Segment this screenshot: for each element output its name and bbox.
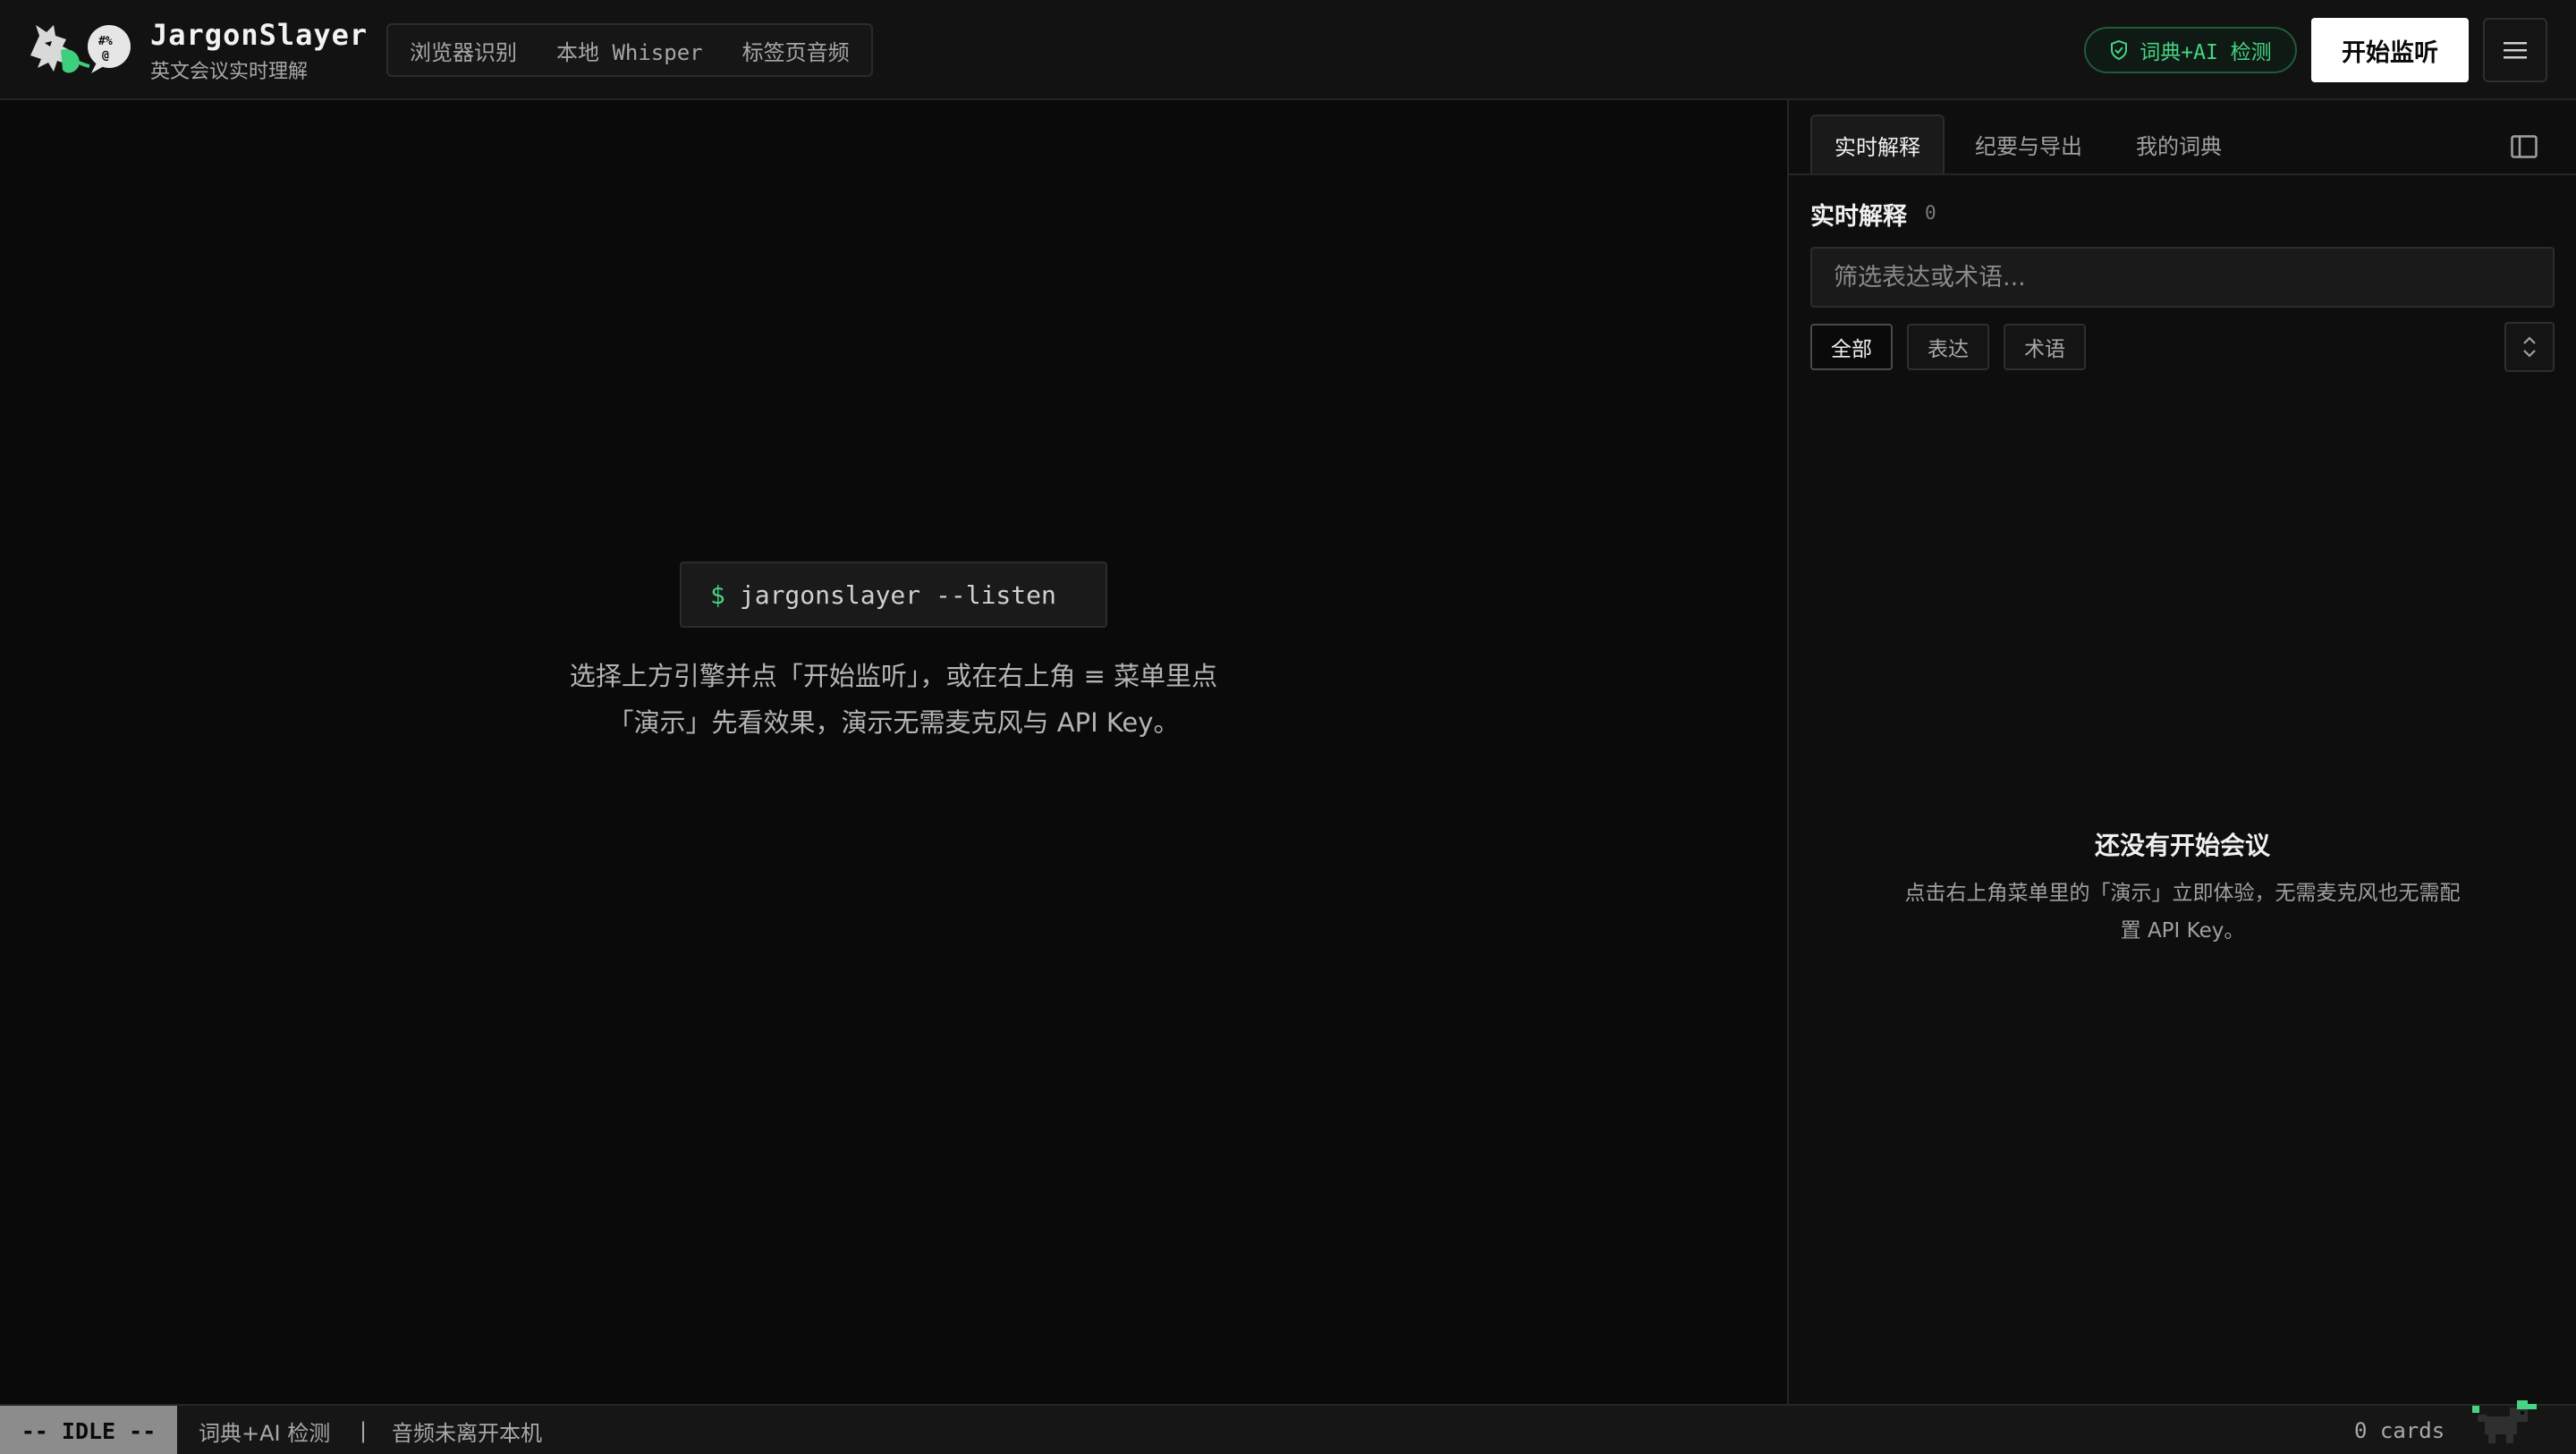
svg-text:@: @ <box>102 49 109 63</box>
section-count: 0 <box>1925 202 1936 224</box>
ai-detect-label: 词典+AI 检测 <box>2140 41 2272 64</box>
engine-selector: 浏览器识别 本地 Whisper 标签页音频 <box>386 23 873 77</box>
terminal-prompt: $ <box>710 579 725 610</box>
status-bar: -- IDLE -- 词典+AI 检测 | 音频未离开本机 0 cards <box>0 1404 2576 1454</box>
chip-all[interactable]: 全部 <box>1810 324 1893 370</box>
engine-tab-audio[interactable]: 标签页音频 <box>742 35 850 66</box>
status-audio-local: 音频未离开本机 <box>392 1420 542 1446</box>
sidebar-toggle-icon <box>2511 135 2538 158</box>
brand-subtitle: 英文会议实时理解 <box>150 61 309 83</box>
engine-browser[interactable]: 浏览器识别 <box>410 35 517 66</box>
panel-toggle-button[interactable] <box>2504 127 2544 166</box>
tab-live-explain[interactable]: 实时解释 <box>1810 114 1945 173</box>
app-header: #% @ JargonSlayer 英文会议实时理解 浏览器识别 本地 Whis… <box>0 0 2576 100</box>
section-title: 实时解释 <box>1810 203 1907 231</box>
status-separator: | <box>360 1418 368 1443</box>
empty-state-title: 还没有开始会议 <box>2094 831 2270 860</box>
empty-hint-line-1: 选择上方引擎并点「开始监听」，或在右上角 ≡ 菜单里点 <box>569 661 1218 691</box>
empty-hint-line-2: 「演示」先看效果，演示无需麦克风与 API Key。 <box>607 707 1180 738</box>
ai-detect-badge[interactable]: 词典+AI 检测 <box>2084 27 2297 73</box>
shield-check-icon <box>2111 39 2128 61</box>
sort-button[interactable] <box>2504 322 2555 372</box>
panel-tabs: 实时解释 纪要与导出 我的词典 <box>1789 100 2576 175</box>
menu-button[interactable] <box>2483 18 2547 82</box>
start-listening-button[interactable]: 开始监听 <box>2311 18 2469 82</box>
dragon-logo-icon: #% @ <box>30 25 131 73</box>
empty-state-description: 点击右上角菜单里的「演示」立即体验，无需麦克风也无需配置 API Key。 <box>1904 882 2461 943</box>
transcript-area <box>0 100 1787 1404</box>
tab-my-dictionary[interactable]: 我的词典 <box>2116 114 2241 173</box>
tab-minutes-export[interactable]: 纪要与导出 <box>1957 114 2100 173</box>
chip-term[interactable]: 术语 <box>2004 324 2086 370</box>
chevron-up-down-icon <box>2523 336 2536 358</box>
hamburger-menu-icon <box>2504 42 2527 59</box>
empty-hint: 选择上方引擎并点「开始监听」，或在右上角 ≡ 菜单里点 「演示」先看效果，演示无… <box>501 653 1286 746</box>
dragon-mascot-icon <box>2472 1400 2537 1443</box>
cards-count: 0 cards <box>2354 1418 2445 1443</box>
brand-name: JargonSlayer <box>150 18 369 52</box>
terminal-command-box: $ jargonslayer --listen <box>680 562 1107 628</box>
chip-expression[interactable]: 表达 <box>1907 324 1989 370</box>
svg-text:#%: #% <box>98 35 113 48</box>
mode-indicator: -- IDLE -- <box>0 1406 177 1454</box>
terminal-command: jargonslayer --listen <box>739 579 1056 610</box>
engine-local-whisper[interactable]: 本地 Whisper <box>556 35 703 66</box>
filter-input[interactable] <box>1810 247 2555 308</box>
status-detect: 词典+AI 检测 <box>199 1420 331 1446</box>
side-panel: 实时解释 纪要与导出 我的词典 实时解释 0 全部 表达 术语 还没有开始会议 … <box>1789 100 2576 1404</box>
